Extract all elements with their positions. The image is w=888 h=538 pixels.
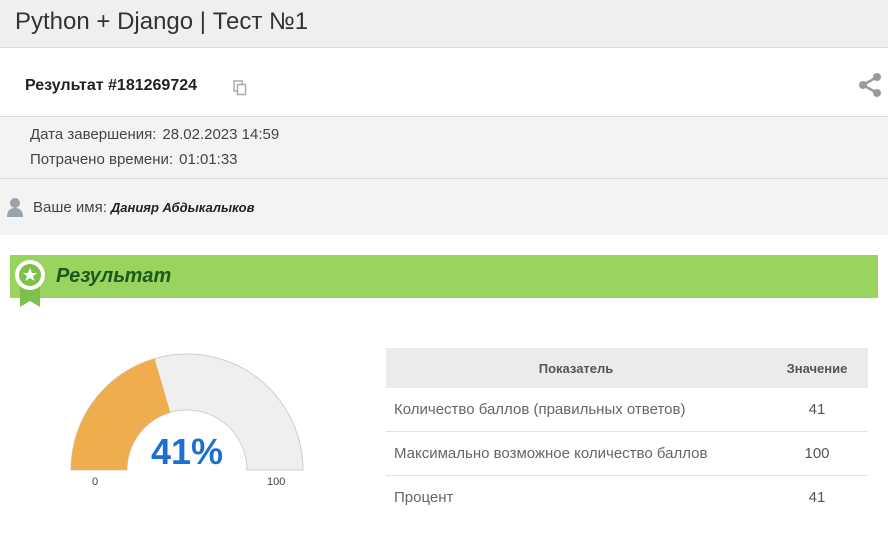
table-row: Количество баллов (правильных ответов) 4…: [386, 388, 868, 432]
result-header: Результат #181269724: [0, 48, 888, 117]
finished-value: 28.02.2023 14:59: [162, 126, 280, 143]
table-header-row: Показатель Значение: [386, 348, 868, 388]
row-value: 41: [766, 388, 868, 432]
user-name-bar: Ваше имя: Данияр Абдыкалыков: [0, 179, 888, 235]
gauge-percent: 41%: [150, 431, 224, 472]
time-spent-value: 01:01:33: [179, 151, 238, 168]
gauge-max-label: 100: [267, 476, 286, 488]
time-spent-label: Потрачено времени:: [30, 151, 174, 168]
result-banner: Результат: [10, 255, 878, 298]
gauge-min-label: 0: [92, 476, 99, 488]
copy-icon[interactable]: [233, 80, 247, 96]
score-gauge: 41% 0 100: [60, 345, 320, 495]
results-table: Показатель Значение Количество баллов (п…: [386, 348, 868, 519]
user-name-label: Ваше имя:: [33, 199, 107, 216]
user-icon: [7, 198, 23, 217]
row-label: Процент: [394, 489, 454, 506]
column-header-indicator: Показатель: [386, 348, 766, 388]
user-name: Данияр Абдыкалыков: [110, 200, 255, 215]
result-meta: Дата завершения: 28.02.2023 14:59 Потраче…: [0, 117, 888, 179]
finished-label: Дата завершения:: [30, 126, 157, 143]
row-value: 41: [808, 489, 826, 506]
row-label: Количество баллов (правильных ответов): [386, 388, 766, 432]
award-ribbon-icon: [15, 260, 45, 307]
time-spent-row: Потрачено времени: 01:01:33: [30, 151, 238, 168]
table-row: Процент 41: [386, 476, 868, 520]
user-name-row: Ваше имя: Данияр Абдыкалыков: [33, 199, 254, 216]
share-icon[interactable]: [857, 72, 883, 98]
row-value: 100: [766, 431, 868, 476]
table-row: Максимально возможное количество баллов …: [386, 431, 868, 476]
result-title: Результат #181269724: [25, 77, 198, 94]
top-bar: Python + Django | Тест №1: [0, 0, 888, 48]
row-label: Максимально возможное количество баллов: [386, 431, 766, 476]
column-header-value: Значение: [766, 348, 868, 388]
page-title: Python + Django | Тест №1: [15, 8, 309, 35]
result-banner-label: Результат: [56, 265, 172, 287]
finished-row: Дата завершения: 28.02.2023 14:59: [30, 126, 279, 143]
